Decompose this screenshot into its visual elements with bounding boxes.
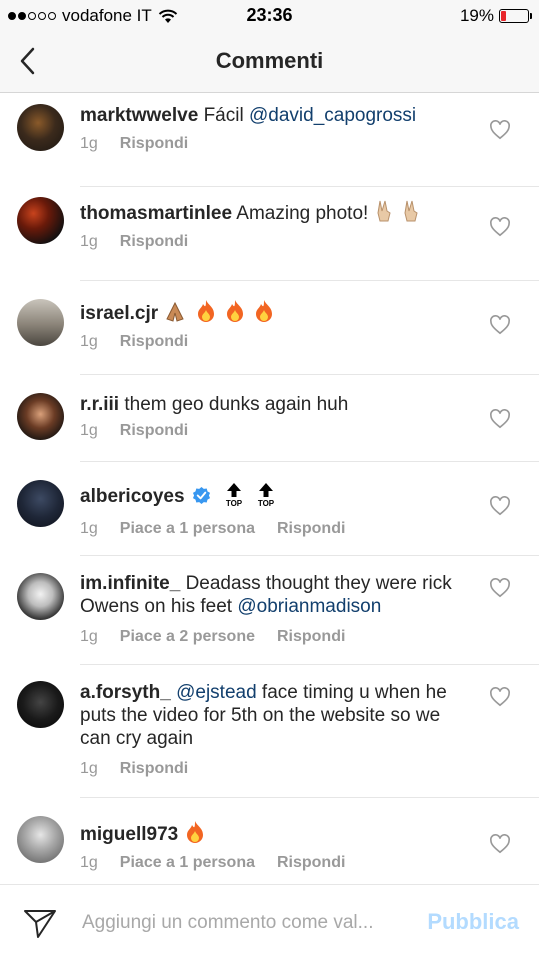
comment-username[interactable]: marktwwelve [80,105,198,126]
reply-button[interactable]: Rispondi [120,333,188,351]
comment-text: israel.cjr [80,299,469,325]
comment-meta: 1g Piace a 1 persona Rispondi [80,854,539,872]
avatar[interactable] [17,681,64,728]
comment-item: r.r.iii them geo dunks again huh 1g Risp… [17,375,539,462]
comment-time: 1g [80,233,98,250]
comment-text: r.r.iii them geo dunks again huh [80,393,469,416]
comment-username[interactable]: im.infinite_ [80,573,180,594]
verified-badge-icon [192,486,210,505]
comment-meta: 1g Rispondi [80,760,539,778]
status-right: 19% [459,6,532,26]
mention-link[interactable]: @ejstead [176,682,257,703]
like-heart-icon[interactable] [489,578,511,598]
comment-item: miguell973 1g Piace a 1 persona Rispondi [17,798,539,892]
top-arrow-emoji-icon: TOP [255,482,277,514]
comment-time: 1g [80,628,98,645]
top-label: TOP [258,499,275,508]
comment-body: Fácil [203,105,249,126]
comment-meta: 1g Rispondi [80,233,539,251]
comment-item: thomasmartinlee Amazing photo! 1g Rispon… [17,187,539,281]
likes-count-button[interactable]: Piace a 1 persona [120,520,255,538]
reply-button[interactable]: Rispondi [120,760,188,778]
top-label: TOP [226,499,243,508]
comment-composer: Pubblica [0,884,539,960]
comment-username[interactable]: israel.cjr [80,303,158,324]
likes-count-button[interactable]: Piace a 1 persona [120,854,255,872]
fire-emoji-icon [186,821,203,843]
avatar[interactable] [17,393,64,440]
status-bar: vodafone IT 23:36 19% [0,0,539,30]
like-heart-icon[interactable] [489,315,511,335]
like-heart-icon[interactable] [489,687,511,707]
reply-button[interactable]: Rispondi [277,628,345,646]
fire-emoji-icon [227,300,244,322]
like-heart-icon[interactable] [489,120,511,140]
likes-count-button[interactable]: Piace a 2 persone [120,628,255,646]
battery-percent: 19% [459,6,494,25]
comment-time: 1g [80,422,98,439]
comment-item: a.forsyth_ @ejstead face timing u when h… [17,665,539,798]
avatar[interactable] [17,197,64,244]
like-heart-icon[interactable] [489,834,511,854]
comment-item: im.infinite_ Deadass thought they were r… [17,556,539,665]
comment-time: 1g [80,760,98,777]
comment-body: Amazing photo! [236,203,369,224]
comment-username[interactable]: miguell973 [80,824,178,845]
reply-button[interactable]: Rispondi [120,233,188,251]
comment-item: marktwwelve Fácil @david_capogrossi 1g R… [17,94,539,187]
praying-hands-emoji-icon [166,301,185,322]
top-arrow-emoji-icon: TOP [223,482,245,514]
comment-body: them geo dunks again huh [124,394,349,415]
page-title: Commenti [215,48,324,73]
reply-button[interactable]: Rispondi [277,520,345,538]
comment-username[interactable]: r.r.iii [80,394,119,415]
comment-input[interactable] [82,905,402,941]
comment-username[interactable]: a.forsyth_ [80,682,171,703]
avatar[interactable] [17,816,64,863]
comment-username[interactable]: thomasmartinlee [80,203,232,224]
mention-link[interactable]: @david_capogrossi [249,105,416,126]
comment-text: a.forsyth_ @ejstead face timing u when h… [80,681,463,750]
comment-text: marktwwelve Fácil @david_capogrossi [80,104,469,127]
comment-time: 1g [80,854,98,871]
comment-meta: 1g Piace a 2 persone Rispondi [80,628,539,646]
comment-text: thomasmartinlee Amazing photo! [80,199,469,225]
mention-link[interactable]: @obrianmadison [237,596,381,617]
reply-button[interactable]: Rispondi [277,854,345,872]
battery-icon [499,9,532,23]
direct-send-icon[interactable] [22,905,58,941]
comment-text: im.infinite_ Deadass thought they were r… [80,572,463,618]
comment-meta: 1g Rispondi [80,333,539,351]
publish-button[interactable]: Pubblica [427,909,519,935]
comment-item: albericoyes TOP TOP 1g Piace a 1 persona… [17,462,539,556]
comment-time: 1g [80,520,98,537]
comment-text: miguell973 [80,820,469,846]
reply-button[interactable]: Rispondi [120,135,188,153]
comment-item: israel.cjr 1g Rispondi [17,281,539,375]
comment-text: albericoyes TOP TOP [80,482,469,514]
avatar[interactable] [17,299,64,346]
fire-emoji-icon [256,300,273,322]
fire-emoji-icon [197,300,214,322]
status-time: 23:36 [246,5,293,25]
comment-meta: 1g Piace a 1 persona Rispondi [80,520,539,538]
like-heart-icon[interactable] [489,217,511,237]
like-heart-icon[interactable] [489,409,511,429]
avatar[interactable] [17,573,64,620]
comment-meta: 1g Rispondi [80,422,539,440]
nav-bar: Commenti [0,30,539,93]
victory-hand-emoji-icon [377,200,391,222]
avatar[interactable] [17,104,64,151]
comment-list[interactable]: marktwwelve Fácil @david_capogrossi 1g R… [0,94,539,892]
comment-time: 1g [80,135,98,152]
comment-meta: 1g Rispondi [80,135,539,153]
avatar[interactable] [17,480,64,527]
reply-button[interactable]: Rispondi [120,422,188,440]
like-heart-icon[interactable] [489,496,511,516]
comment-username[interactable]: albericoyes [80,486,185,507]
victory-hand-emoji-icon [404,200,418,222]
comment-time: 1g [80,333,98,350]
